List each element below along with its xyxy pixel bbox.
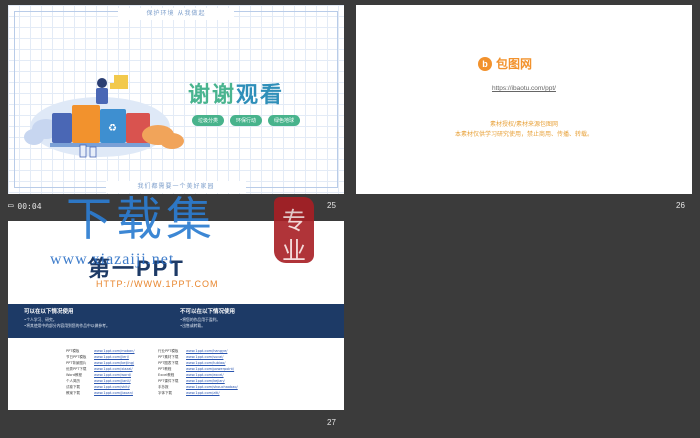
slide-thumbnail-27[interactable]: 第一PPT HTTP://WWW.1PPT.COM 可以在以下情况使用 •个人学… — [8, 221, 344, 410]
license-note-2: 本素材仅供学习研究使用，禁止商用、传播、转载。 — [454, 131, 593, 138]
slide-top-tag: 保护环境 从我做起 — [118, 8, 234, 20]
slide-timer: ▭ 00:04 — [8, 201, 42, 211]
allowed-item: •将其使用中的部分内容用到您的作品中以做参考。 — [24, 323, 110, 328]
slide-number-27: 27 — [327, 418, 336, 427]
recycling-illustration: ♻ — [24, 75, 184, 158]
links-left: PPT模板 www.1ppt.com/moban/节日PPT模板 www.1ppt.… — [66, 348, 135, 396]
slide-title: 谢谢观看 — [188, 77, 284, 109]
license-note-1: 素材授权/素材来源包图网 — [489, 121, 559, 128]
transition-icon: ▭ — [8, 201, 14, 211]
slide-number-25: 25 — [327, 201, 336, 210]
link-url[interactable]: www.1ppt.com/ziti/ — [186, 390, 220, 396]
forbidden-column: 不可以在以下情况使用 •将您的作品用于盈利。 •出售或转载。 — [180, 307, 235, 329]
logo-text: 包图网 — [496, 57, 533, 71]
link-row: 字体下载 www.1ppt.com/ziti/ — [158, 390, 238, 396]
source-url[interactable]: https://ibaotu.com/ppt/ — [356, 85, 692, 92]
brand-url: HTTP://WWW.1PPT.COM — [96, 279, 219, 289]
links-right: 行业PPT模板 www.1ppt.com/hangye/PPT素材下载 www.1p… — [158, 348, 238, 396]
usage-band: 可以在以下情况使用 •个人学习、研究。 •将其使用中的部分内容用到您的作品中以做… — [8, 304, 344, 338]
link-row: 教案下载 www.1ppt.com/jiaoan/ — [66, 390, 135, 396]
timer-text: 00:04 — [17, 201, 42, 211]
slide-bottom-tag: 我们都需要一个美好家园 — [106, 181, 246, 193]
tag-pills: 垃圾分类 环保行动 绿色地球 — [192, 115, 301, 126]
title-part-2: 观看 — [236, 83, 285, 108]
allowed-heading: 可以在以下情况使用 — [24, 309, 74, 315]
brand-logo: b 包图网 — [478, 55, 532, 72]
svg-text:♻: ♻ — [108, 123, 117, 134]
slide-number-26: 26 — [676, 201, 685, 210]
forbidden-item: •出售或转载。 — [180, 323, 206, 328]
link-label: 教案下载 — [66, 391, 80, 395]
link-label: 字体下载 — [158, 391, 172, 395]
pill-3: 绿色地球 — [268, 115, 301, 126]
pill-2: 环保行动 — [230, 115, 263, 126]
forbidden-heading: 不可以在以下情况使用 — [180, 309, 236, 315]
pill-1: 垃圾分类 — [192, 115, 225, 126]
allowed-column: 可以在以下情况使用 •个人学习、研究。 •将其使用中的部分内容用到您的作品中以做… — [24, 307, 110, 329]
slide-thumbnail-26[interactable]: b 包图网 https://ibaotu.com/ppt/ 素材授权/素材来源包… — [356, 5, 692, 194]
slide-thumbnail-25[interactable]: 保护环境 从我做起 ♻ 谢谢观看 垃圾分类 环保行动 绿色地球 我们都需要一个美… — [8, 5, 344, 194]
link-url[interactable]: www.1ppt.com/jiaoan/ — [94, 390, 133, 396]
title-part-1: 谢谢 — [188, 83, 237, 108]
logo-icon: b — [478, 56, 492, 71]
